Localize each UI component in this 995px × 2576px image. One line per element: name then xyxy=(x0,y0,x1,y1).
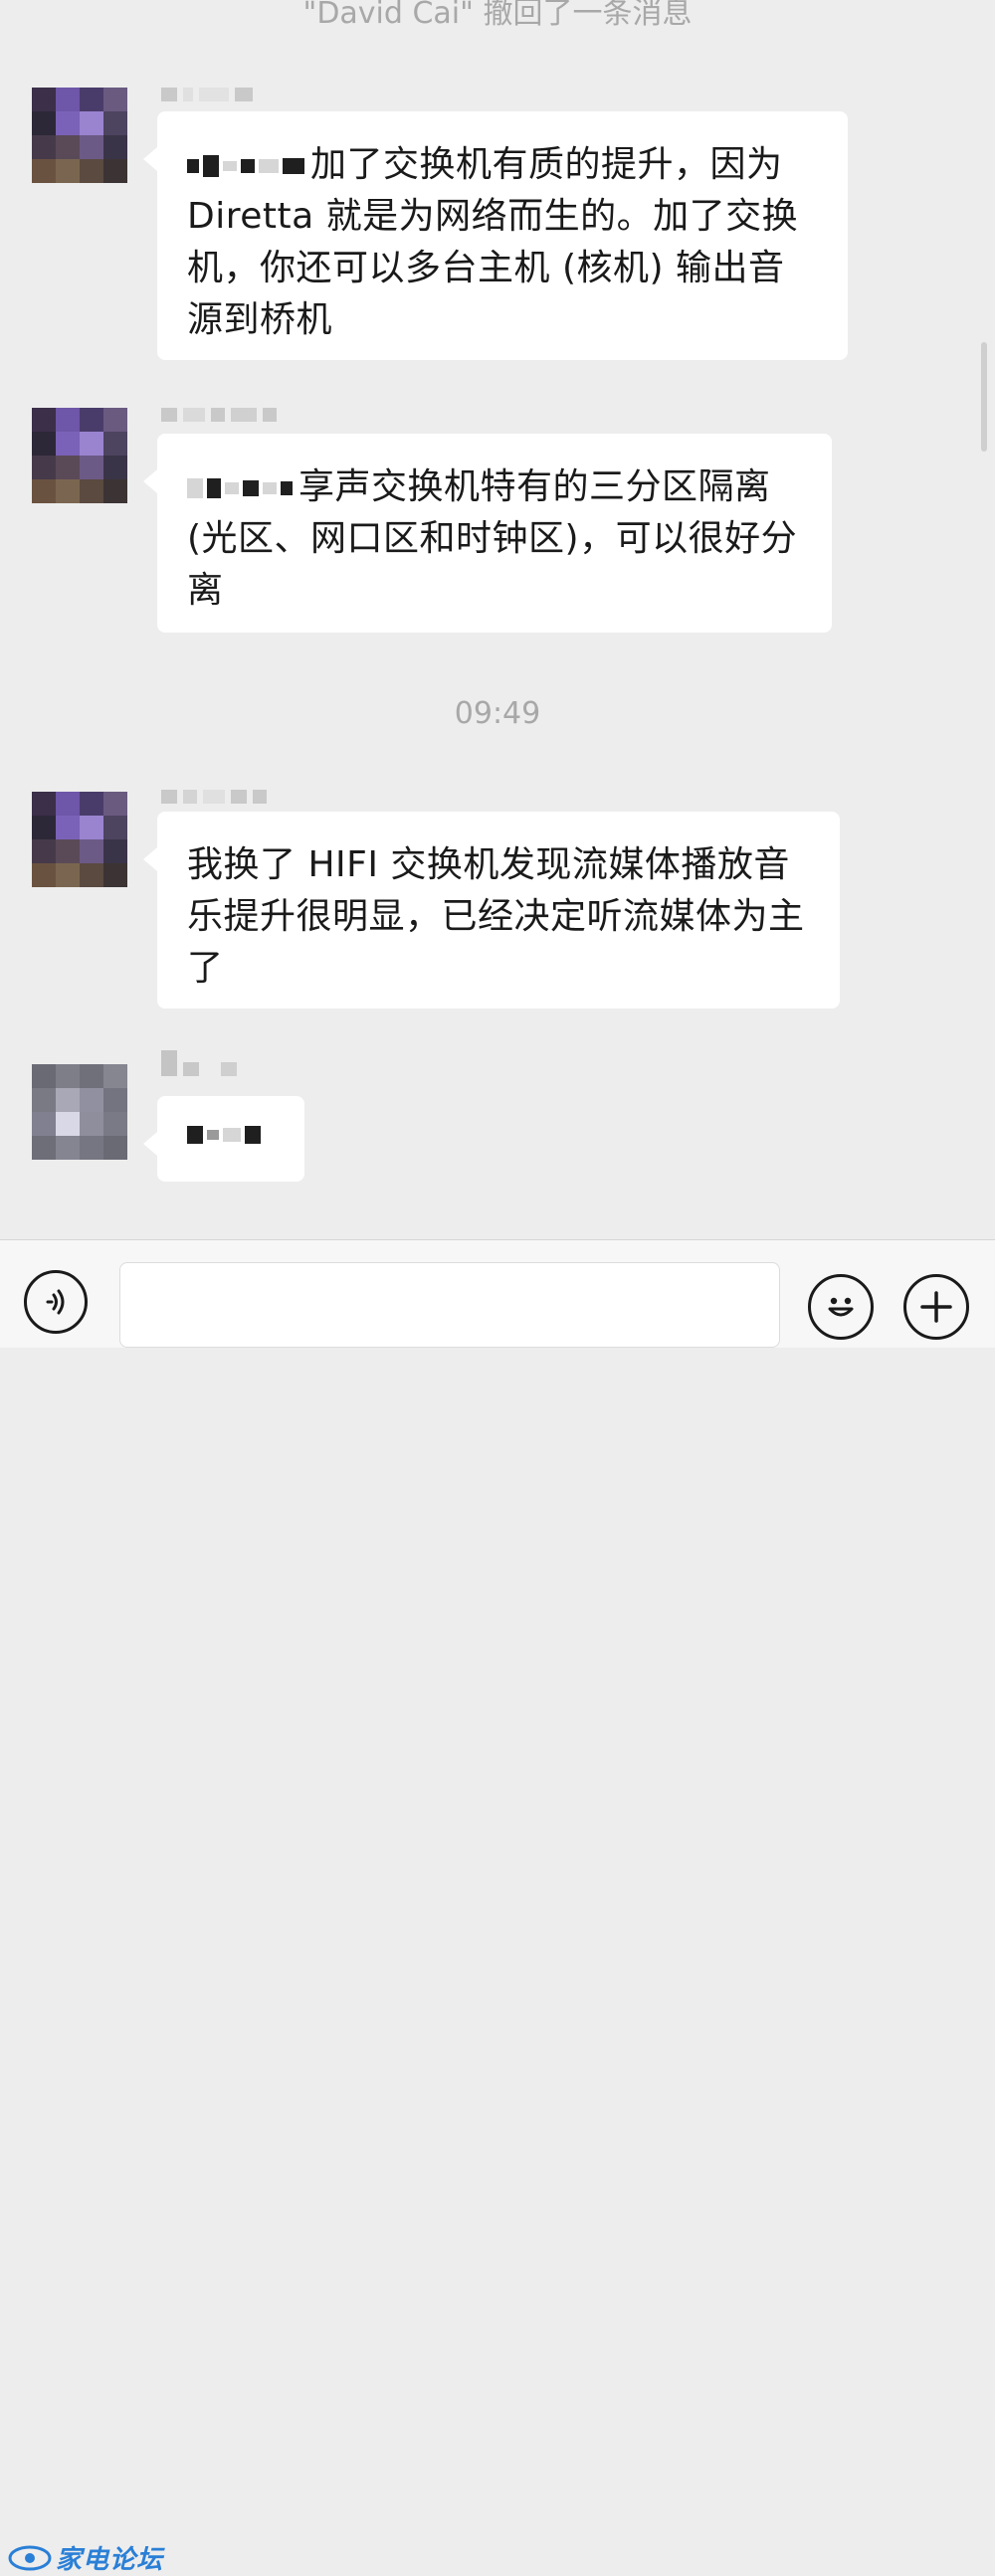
watermark-logo-icon xyxy=(8,2545,52,2570)
sender-name-obscured xyxy=(161,88,253,101)
sender-name-obscured xyxy=(161,408,277,422)
emoji-button[interactable] xyxy=(808,1274,874,1340)
sender-avatar[interactable] xyxy=(32,88,127,183)
plus-icon xyxy=(920,1291,952,1323)
message-bubble[interactable]: 我换了 HIFI 交换机发现流媒体播放音乐提升很明显，已经决定听流媒体为主了 xyxy=(143,812,840,1009)
obscured-mention xyxy=(187,478,293,498)
sender-avatar[interactable] xyxy=(32,408,127,503)
recall-notice: "David Cai" 撤回了一条消息 xyxy=(302,0,693,31)
message-bubble[interactable] xyxy=(143,1096,304,1182)
more-button[interactable] xyxy=(903,1274,969,1340)
scrollbar[interactable] xyxy=(981,342,987,452)
input-bar: 家电论坛 xyxy=(0,1239,995,2575)
message-timestamp: 09:49 xyxy=(454,696,541,731)
sender-avatar[interactable] xyxy=(32,792,127,887)
obscured-mention xyxy=(187,155,304,177)
obscured-content xyxy=(187,1125,261,1144)
smiley-icon xyxy=(828,1297,854,1317)
sender-avatar[interactable] xyxy=(32,1064,127,1160)
message-text: 我换了 HIFI 交换机发现流媒体播放音乐提升很明显，已经决定听流媒体为主了 xyxy=(187,844,805,989)
chat-area[interactable]: "David Cai" 撤回了一条消息 加了交换机有质的提升，因为 Dirett… xyxy=(0,0,995,1239)
voice-button[interactable] xyxy=(24,1270,88,1334)
watermark-text: 家电论坛 xyxy=(56,2545,164,2575)
sender-name-obscured xyxy=(161,1050,237,1076)
forum-watermark: 家电论坛 xyxy=(8,2539,163,2576)
message-bubble[interactable]: 享声交换机特有的三分区隔离 (光区、网口区和时钟区)，可以很好分离 xyxy=(143,434,832,633)
sender-name-obscured xyxy=(161,790,267,804)
message-bubble[interactable]: 加了交换机有质的提升，因为 Diretta 就是为网络而生的。加了交换机，你还可… xyxy=(143,111,848,360)
voice-icon xyxy=(46,1289,65,1315)
message-input[interactable] xyxy=(119,1262,780,1348)
